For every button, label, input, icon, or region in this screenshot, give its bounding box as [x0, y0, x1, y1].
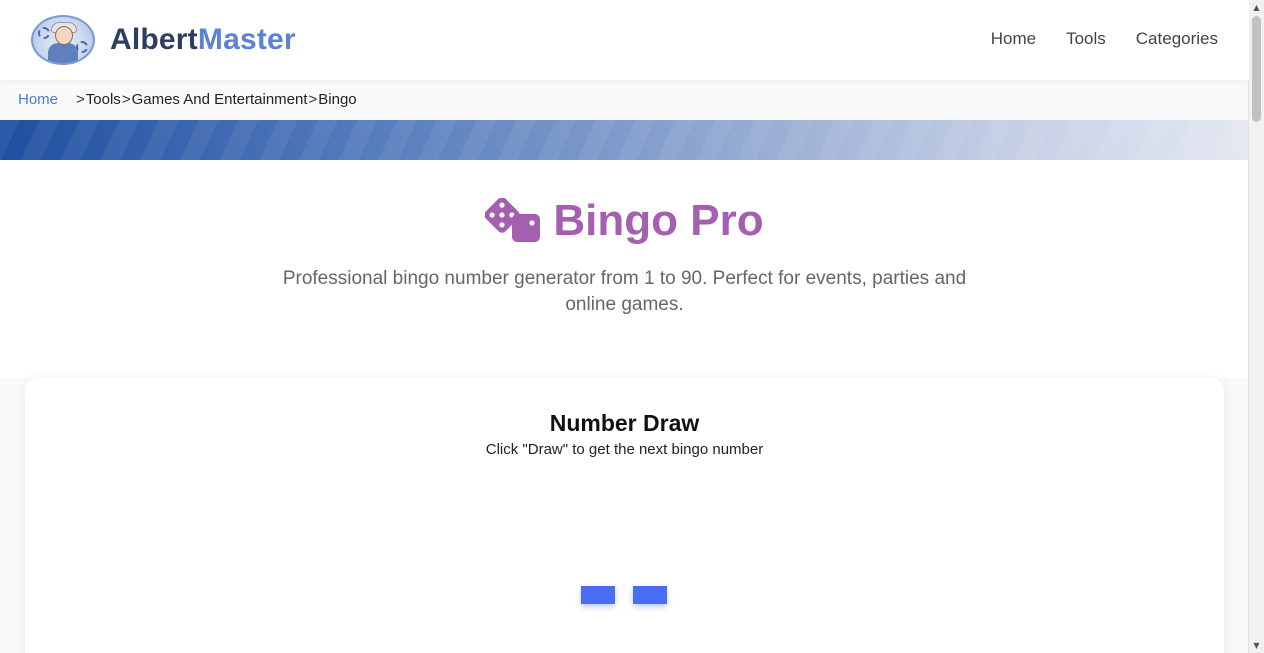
logo-text: AlbertMaster [110, 23, 296, 57]
card-instructions: Click "Draw" to get the next bingo numbe… [485, 441, 764, 458]
breadcrumb-category-link[interactable]: Games And Entertainment [132, 91, 308, 108]
dice-icon [485, 198, 541, 242]
scrollbar-thumb[interactable] [1252, 16, 1261, 122]
hero-section: Bingo Pro Professional bingo number gene… [0, 160, 1249, 378]
scroll-up-arrow-icon[interactable]: ▲ [1249, 0, 1264, 15]
scroll-down-arrow-icon[interactable]: ▼ [1249, 638, 1264, 653]
page-scrollbar[interactable]: ▲ ▼ [1248, 0, 1264, 653]
logo-text-albert: Albert [110, 23, 198, 56]
nav-categories-link[interactable]: Categories [1136, 29, 1218, 49]
breadcrumb: Home > Tools > Games And Entertainment >… [18, 91, 357, 108]
logo-avatar-icon [31, 15, 95, 65]
gradient-banner [0, 120, 1249, 160]
breadcrumb-separator: > [308, 91, 318, 108]
loader-bar [633, 586, 667, 604]
breadcrumb-home-link[interactable]: Home [18, 91, 58, 108]
page-title-text: Bingo Pro [553, 196, 764, 245]
site-header: AlbertMaster Home Tools Categories [0, 0, 1249, 80]
nav-home-link[interactable]: Home [991, 29, 1036, 49]
main-nav: Home Tools Categories [991, 29, 1218, 49]
page: AlbertMaster Home Tools Categories Home … [0, 0, 1249, 653]
breadcrumb-separator: > [76, 91, 85, 108]
card-title: Number Draw [549, 410, 700, 436]
breadcrumb-separator: > [121, 91, 131, 108]
logo-link[interactable]: AlbertMaster [31, 15, 296, 65]
nav-tools-link[interactable]: Tools [1066, 29, 1106, 49]
number-draw-card: Number Draw Click "Draw" to get the next… [25, 378, 1224, 653]
logo-text-master: Master [197, 23, 296, 56]
loader-bar [581, 586, 615, 604]
page-title: Bingo Pro [0, 196, 1249, 246]
loading-indicator [581, 586, 667, 604]
breadcrumb-current: Bingo [318, 91, 357, 108]
breadcrumb-tools-link[interactable]: Tools [86, 91, 121, 108]
page-subtitle: Professional bingo number generator from… [282, 268, 967, 315]
